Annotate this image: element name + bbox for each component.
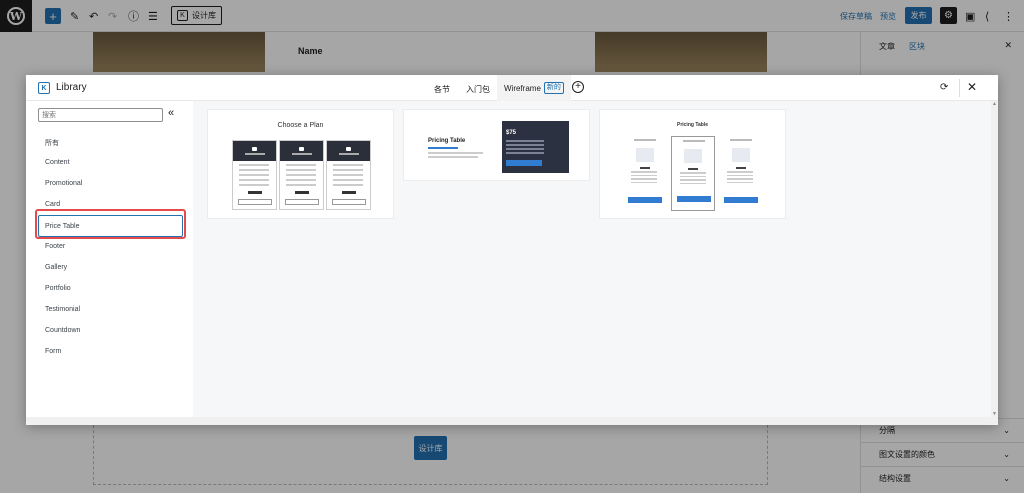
- tab-starter-packs[interactable]: 入门包: [466, 84, 490, 95]
- nav-item-portfolio[interactable]: Portfolio: [45, 285, 71, 292]
- horizontal-scrollbar[interactable]: [26, 417, 998, 425]
- nav-item-all[interactable]: 所有: [45, 138, 59, 148]
- price-button: [506, 160, 542, 166]
- library-modal: K Library 各节 入门包 Wireframe 新的 + ⟳ ✕ « 所有…: [26, 75, 998, 425]
- library-category-nav: « 所有 Content Promotional Card Price Tabl…: [26, 101, 193, 417]
- card-title: Choose a Plan: [277, 122, 324, 129]
- plan-column: [326, 140, 371, 210]
- vertical-scrollbar[interactable]: ▲ ▼: [991, 101, 998, 417]
- subtitle-line: [428, 147, 458, 149]
- text-line: [428, 152, 483, 154]
- plan-column: [232, 140, 277, 210]
- card-title: Pricing Table: [676, 122, 709, 128]
- library-logo-icon: K: [38, 82, 50, 94]
- pricing-column: [623, 136, 667, 211]
- scroll-up-icon[interactable]: ▲: [992, 101, 997, 107]
- close-modal-icon[interactable]: ✕: [967, 80, 977, 94]
- nav-item-testimonial[interactable]: Testimonial: [45, 306, 80, 313]
- tab-sections[interactable]: 各节: [434, 84, 450, 95]
- template-card-pricing-table-columns[interactable]: Pricing Table: [599, 109, 786, 219]
- modal-header: K Library 各节 入门包 Wireframe 新的 + ⟳ ✕: [26, 75, 998, 101]
- selection-highlight: [35, 209, 186, 239]
- nav-item-promotional[interactable]: Promotional: [45, 180, 82, 187]
- nav-item-form[interactable]: Form: [45, 348, 61, 355]
- nav-item-card[interactable]: Card: [45, 201, 60, 208]
- pricing-column-featured: [671, 136, 715, 211]
- template-card-pricing-table-dark[interactable]: Pricing Table $75: [403, 109, 590, 181]
- price-panel: $75: [502, 121, 569, 173]
- collapse-sidebar-icon[interactable]: «: [168, 107, 174, 119]
- nav-item-footer[interactable]: Footer: [45, 243, 65, 250]
- divider: [959, 79, 960, 97]
- new-badge: 新的: [543, 82, 564, 94]
- nav-item-gallery[interactable]: Gallery: [45, 264, 67, 271]
- search-input[interactable]: [38, 108, 163, 122]
- nav-item-content[interactable]: Content: [45, 159, 70, 166]
- tab-wireframe-label: Wireframe: [504, 83, 541, 93]
- pricing-column: [719, 136, 763, 211]
- add-circle-icon[interactable]: +: [572, 81, 584, 93]
- text-line: [428, 156, 478, 158]
- tab-wireframe[interactable]: Wireframe 新的: [497, 75, 571, 101]
- modal-title: Library: [56, 82, 87, 93]
- price-amount: $75: [506, 130, 517, 136]
- card-title: Pricing Table: [428, 138, 466, 144]
- plan-column: [279, 140, 324, 210]
- template-card-choose-a-plan[interactable]: Choose a Plan: [207, 109, 394, 219]
- sync-icon[interactable]: ⟳: [940, 82, 948, 93]
- nav-item-countdown[interactable]: Countdown: [45, 327, 80, 334]
